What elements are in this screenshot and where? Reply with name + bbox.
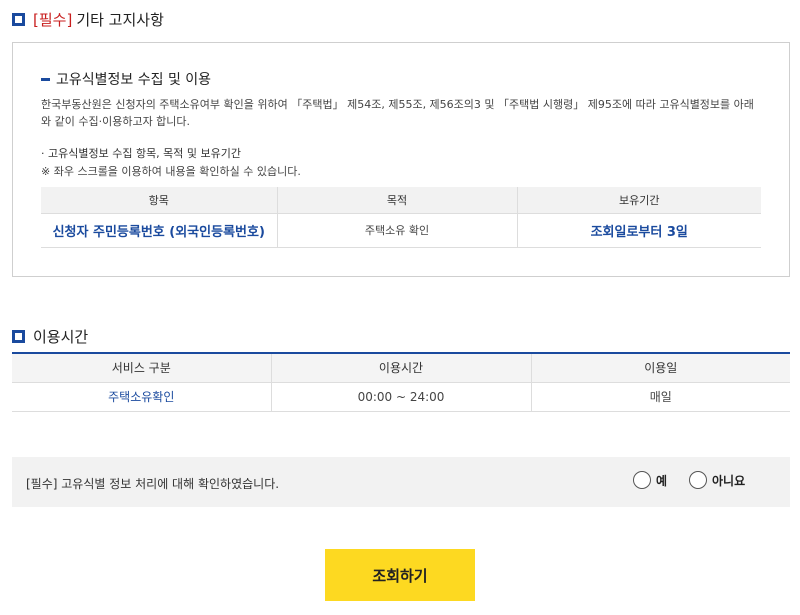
table-header: 보유기간 <box>517 187 761 213</box>
square-bullet-icon <box>12 330 25 343</box>
radio-circle-icon[interactable] <box>689 471 707 489</box>
table-cell: 조회일로부터 3일 <box>517 212 761 248</box>
usage-table: 서비스 구분 이용시간 이용일 주택소유확인 00:00 ~ 24:00 매일 <box>12 352 790 412</box>
table-row: 신청자 주민등록번호 (외국인등록번호) 주택소유 확인 조회일로부터 3일 <box>41 212 761 248</box>
table-row: 주택소유확인 00:00 ~ 24:00 매일 <box>12 381 790 412</box>
table-header: 목적 <box>277 187 518 213</box>
usage-section-title: 이용시간 <box>12 326 88 347</box>
table-cell: 신청자 주민등록번호 (외국인등록번호) <box>41 212 278 248</box>
consent-label: [필수] 고유식별 정보 처리에 대해 확인하였습니다. <box>26 477 280 491</box>
id-info-table: 항목 목적 보유기간 신청자 주민등록번호 (외국인등록번호) 주택소유 확인 … <box>41 187 761 248</box>
search-submit-button[interactable]: 조회하기 <box>325 549 475 601</box>
table-header: 이용일 <box>531 353 790 382</box>
notice-bullet: · 고유식별정보 수집 항목, 목적 및 보유기간 <box>41 147 242 160</box>
notice-subtitle-text: 고유식별정보 수집 및 이용 <box>56 72 212 88</box>
notice-title: 기타 고지사항 <box>76 11 164 29</box>
table-header: 서비스 구분 <box>12 353 272 382</box>
notice-scroll-note: ※ 좌우 스크롤을 이용하여 내용을 확인하실 수 있습니다. <box>41 165 301 178</box>
notice-description: 한국부동산원은 신청자의 주택소유여부 확인을 위하여 「주택법」 제54조, … <box>41 98 754 128</box>
notice-box: 고유식별정보 수집 및 이용 한국부동산원은 신청자의 주택소유여부 확인을 위… <box>12 42 790 277</box>
required-tag: [필수] <box>33 11 73 29</box>
table-header-row: 서비스 구분 이용시간 이용일 <box>12 353 790 382</box>
table-cell: 주택소유확인 <box>12 381 272 412</box>
usage-title: 이용시간 <box>33 328 89 346</box>
table-header: 항목 <box>41 187 278 213</box>
consent-yes-label: 예 <box>656 473 668 488</box>
notice-subtitle: 고유식별정보 수집 및 이용 <box>41 69 211 89</box>
consent-no-label: 아니요 <box>712 473 746 488</box>
consent-bar: [필수] 고유식별 정보 처리에 대해 확인하였습니다. 예 아니요 <box>12 457 790 507</box>
table-header-row: 항목 목적 보유기간 <box>41 187 761 213</box>
consent-yes-radio[interactable]: 예 <box>633 471 667 489</box>
square-bullet-icon <box>12 13 25 26</box>
table-header: 이용시간 <box>271 353 532 382</box>
table-cell: 주택소유 확인 <box>277 212 518 248</box>
table-cell: 00:00 ~ 24:00 <box>271 381 532 412</box>
consent-no-radio[interactable]: 아니요 <box>689 471 745 489</box>
table-cell: 매일 <box>531 381 790 412</box>
notice-section-title: [필수] 기타 고지사항 <box>12 9 164 30</box>
radio-circle-icon[interactable] <box>633 471 651 489</box>
dash-icon <box>41 77 50 81</box>
